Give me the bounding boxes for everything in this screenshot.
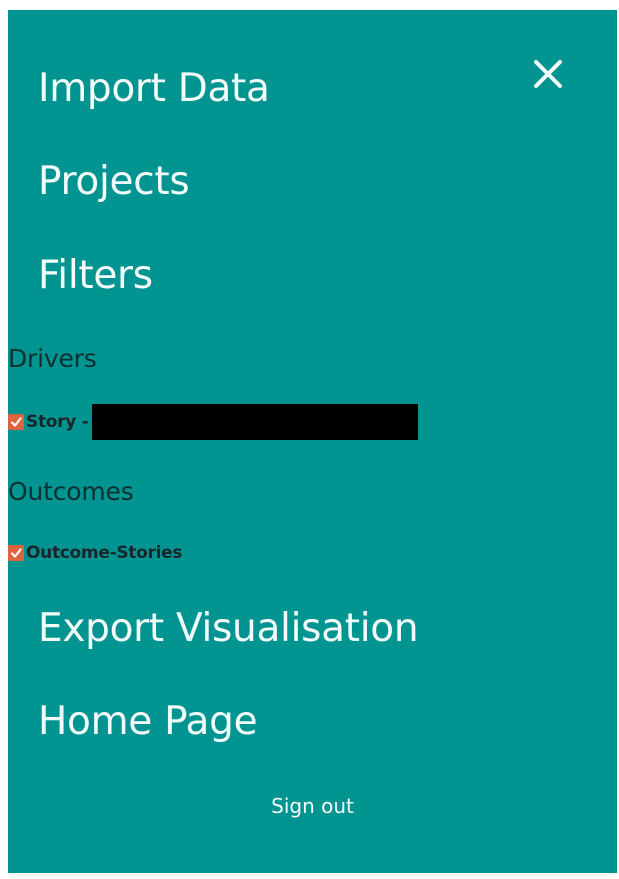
checkbox-checked-icon[interactable] xyxy=(8,414,24,430)
outcome-filter-label: Outcome-Stories xyxy=(26,543,183,563)
menu-item-filters[interactable]: Filters xyxy=(38,253,153,299)
sign-out-link[interactable]: Sign out xyxy=(8,794,617,818)
menu-item-export-visualisation[interactable]: Export Visualisation xyxy=(38,606,419,652)
menu-item-import-data[interactable]: Import Data xyxy=(38,66,270,112)
close-icon[interactable] xyxy=(530,56,570,96)
outcomes-heading: Outcomes xyxy=(8,477,134,506)
driver-filter-story[interactable]: Story - xyxy=(8,404,419,440)
driver-filter-label: Story - xyxy=(26,412,89,432)
outcome-filter-stories[interactable]: Outcome-Stories xyxy=(8,542,182,564)
checkbox-checked-icon[interactable] xyxy=(8,545,24,561)
menu-item-projects[interactable]: Projects xyxy=(38,159,190,205)
drivers-heading: Drivers xyxy=(8,344,97,373)
side-menu-panel: Import Data Projects Filters Drivers Sto… xyxy=(8,10,617,873)
redacted-block xyxy=(92,404,419,440)
menu-item-home-page[interactable]: Home Page xyxy=(38,699,258,745)
